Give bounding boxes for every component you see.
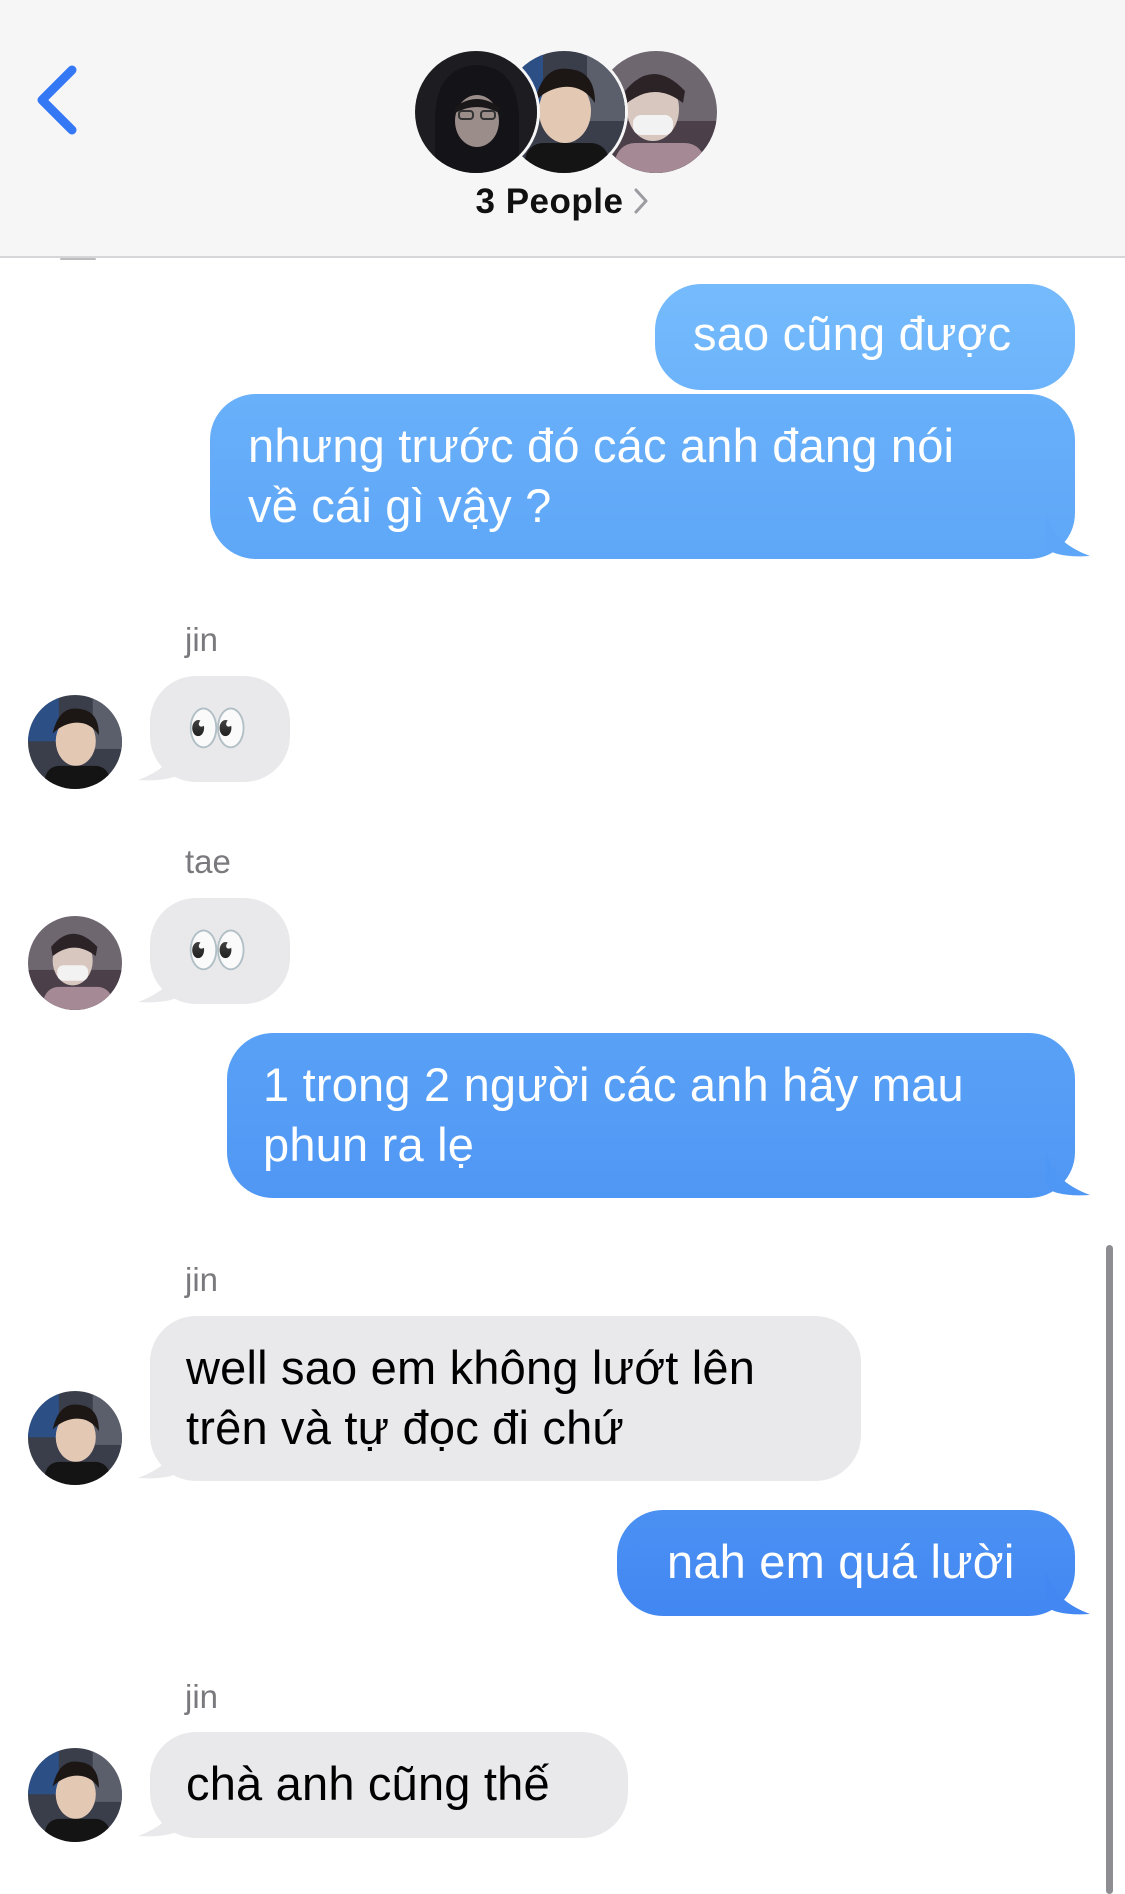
bubble-tail: [1046, 1570, 1090, 1615]
scrollbar[interactable]: [1106, 1245, 1113, 1894]
message-text: chà anh cũng thế: [186, 1757, 550, 1810]
message-bubble-outgoing[interactable]: 1 trong 2 người các anh hãy mau phun ra …: [227, 1033, 1075, 1198]
sender-label: jin: [185, 621, 219, 658]
chevron-left-icon: [37, 65, 77, 135]
message-bubble-outgoing[interactable]: sao cũng được: [655, 284, 1075, 390]
avatar-dark-hoodie: [412, 48, 540, 176]
chevron-right-icon: [633, 184, 649, 224]
message-bubble-incoming[interactable]: chà anh cũng thế: [150, 1732, 628, 1838]
message-thread[interactable]: sao cũng được nhưng trước đó các anh đan…: [0, 258, 1125, 1894]
message-line: phun ra lẹ: [263, 1118, 475, 1171]
eyes-emoji: 👀: [186, 700, 249, 756]
bubble-tail: [1046, 512, 1090, 557]
avatar-tae[interactable]: [28, 916, 122, 1010]
message-bubble-outgoing[interactable]: nhưng trước đó các anh đang nói về cái g…: [210, 394, 1075, 559]
message-line: trên và tự đọc đi chứ: [186, 1401, 625, 1454]
bubble-tail: [138, 1792, 182, 1837]
message-line: 1 trong 2 người các anh hãy mau: [263, 1058, 964, 1111]
bubble-tail: [138, 958, 182, 1003]
clipped-avatar-edge: [60, 258, 96, 260]
message-line: về cái gì vậy ?: [248, 479, 552, 532]
group-avatars[interactable]: [412, 48, 720, 176]
message-line: nhưng trước đó các anh đang nói: [248, 419, 955, 472]
message-bubble-incoming[interactable]: well sao em không lướt lên trên và tự đọ…: [150, 1316, 861, 1481]
sender-label: jin: [185, 1678, 219, 1715]
conversation-header: 3 People: [0, 0, 1125, 258]
sender-label: tae: [185, 843, 231, 880]
avatar-jin[interactable]: [28, 695, 122, 789]
bubble-tail: [138, 1434, 182, 1479]
sender-label: jin: [185, 1261, 219, 1298]
avatar-jin[interactable]: [28, 1391, 122, 1485]
avatar-jin[interactable]: [28, 1748, 122, 1842]
group-title-label: 3 People: [475, 182, 624, 221]
bubble-tail: [1046, 1151, 1090, 1196]
bubble-tail: [138, 736, 182, 781]
group-title[interactable]: 3 People: [0, 182, 1125, 224]
back-button[interactable]: [32, 62, 92, 138]
message-bubble-outgoing[interactable]: nah em quá lười: [617, 1510, 1075, 1616]
message-text: sao cũng được: [693, 307, 1012, 360]
message-text: nah em quá lười: [667, 1535, 1015, 1588]
message-line: well sao em không lướt lên: [186, 1341, 756, 1394]
eyes-emoji: 👀: [186, 922, 249, 978]
